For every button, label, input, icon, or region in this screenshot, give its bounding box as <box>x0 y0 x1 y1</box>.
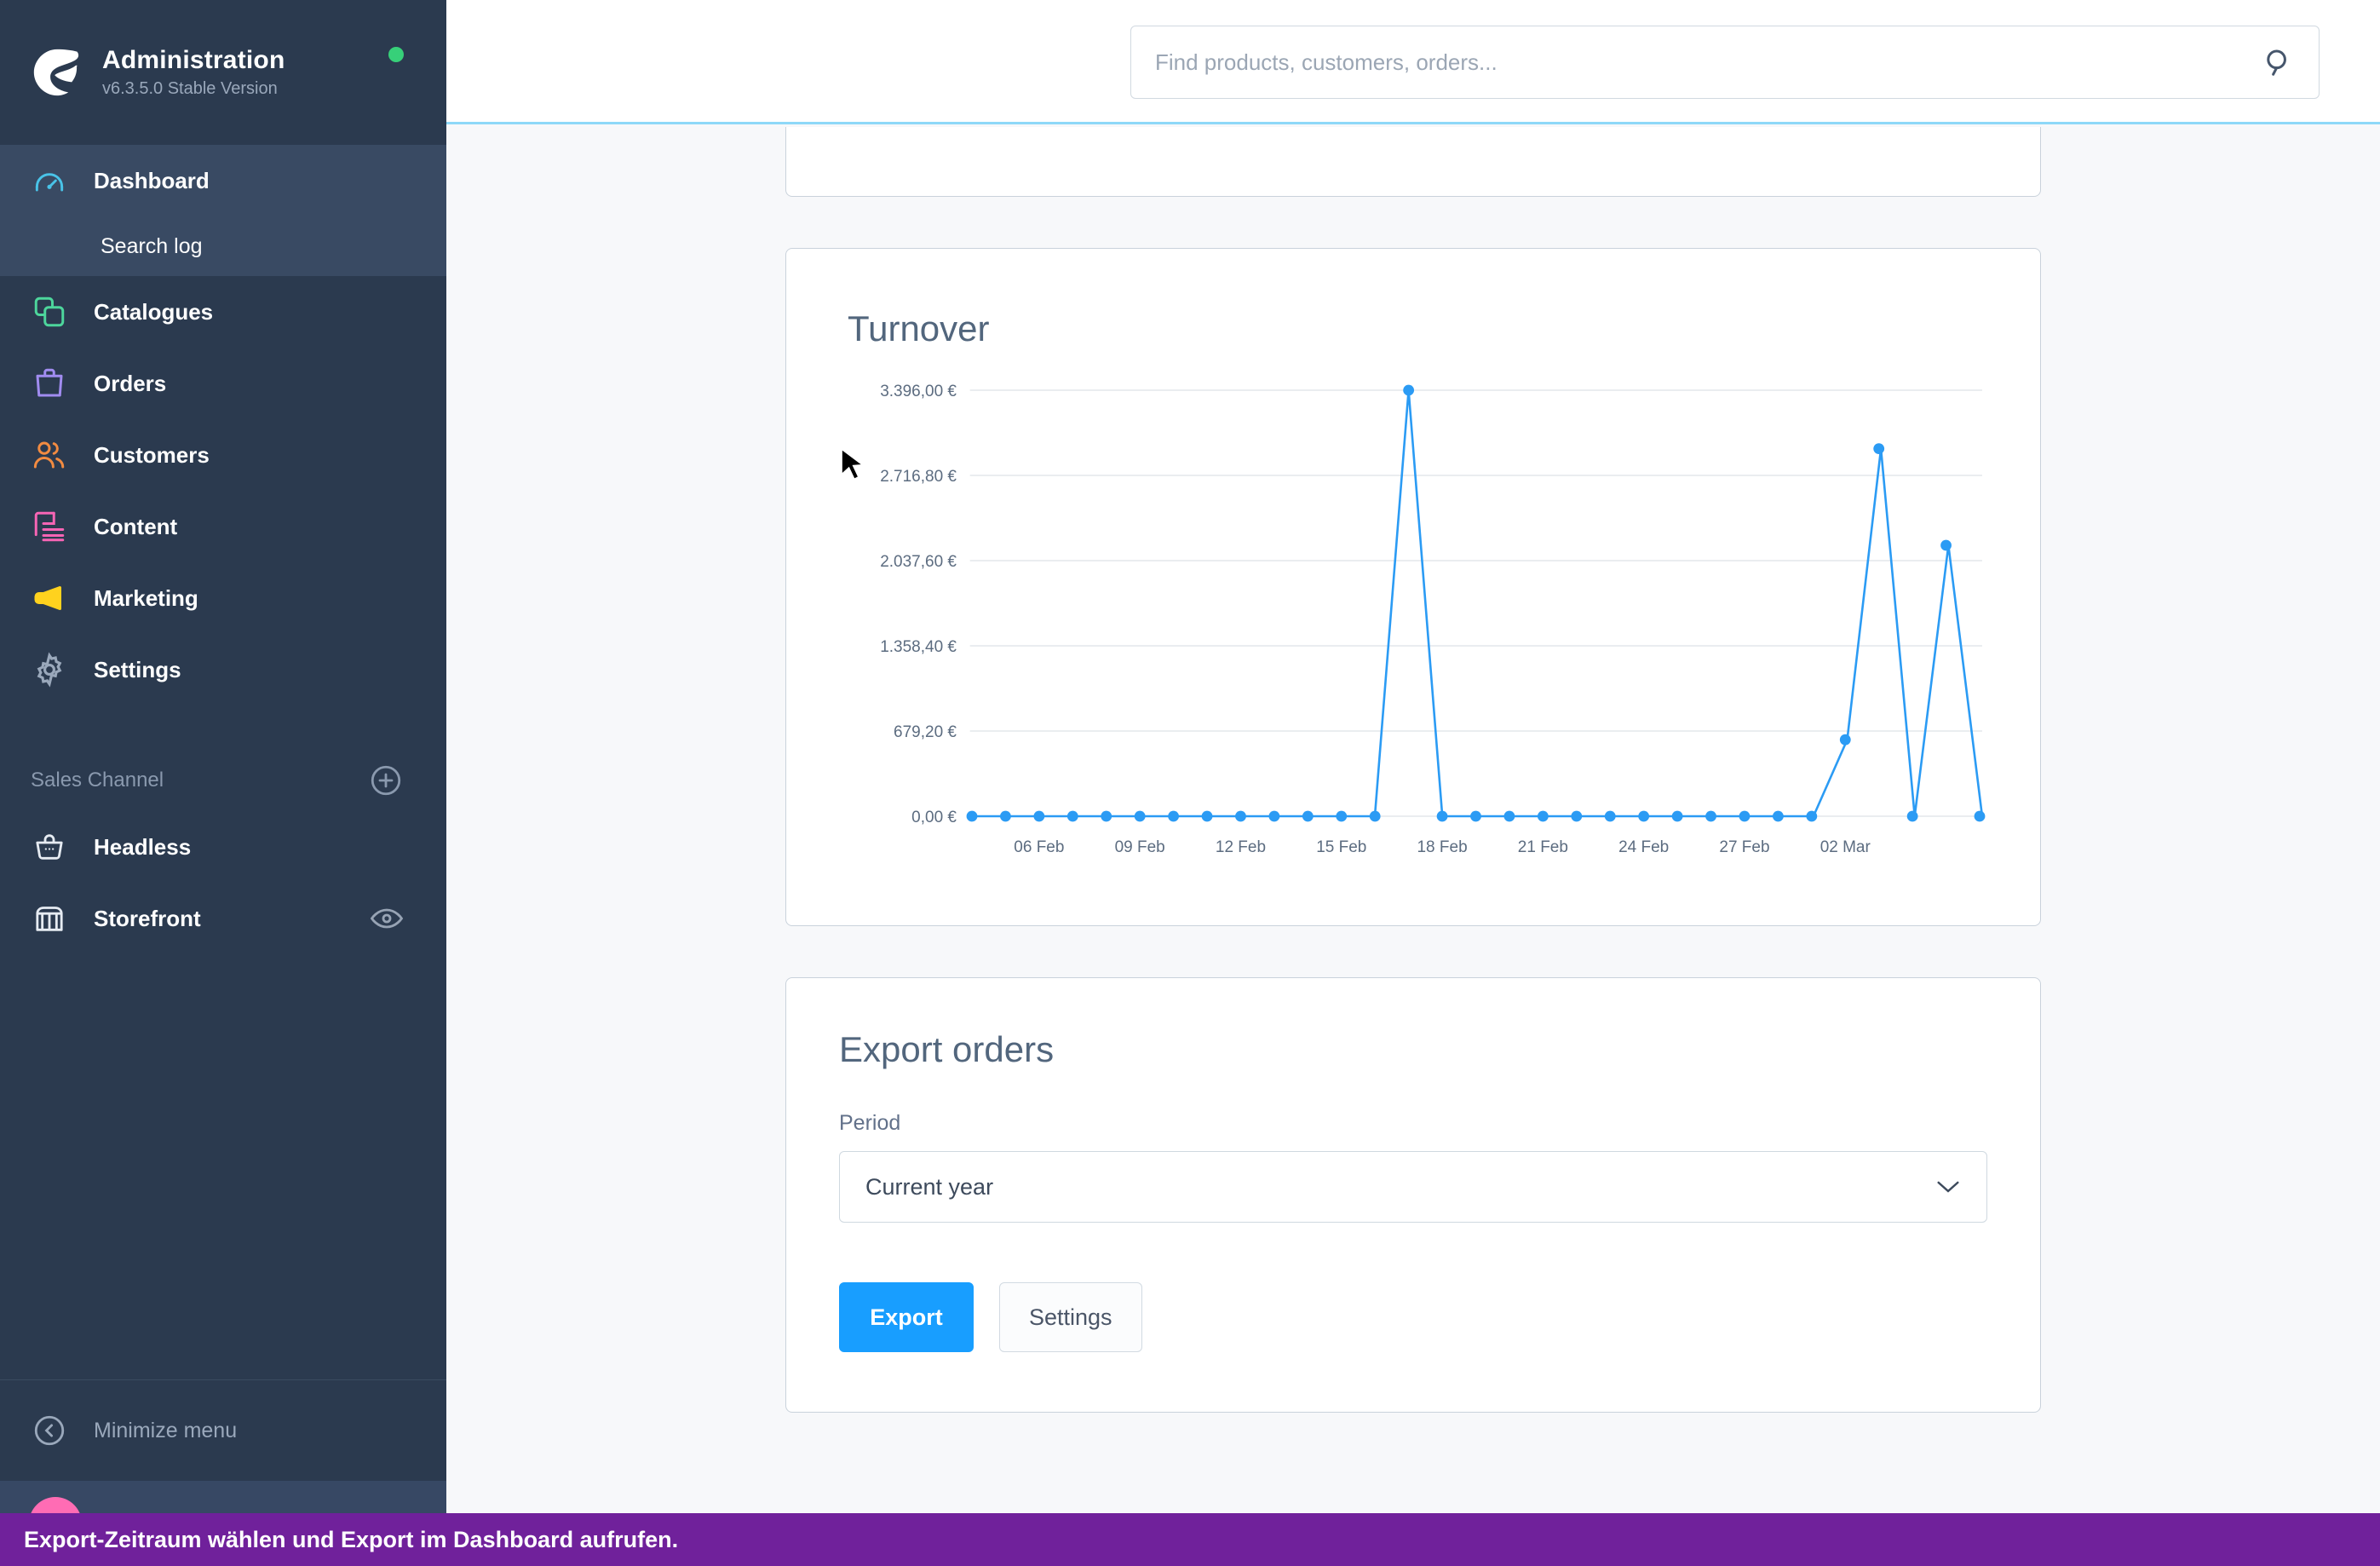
sidebar-item-orders[interactable]: Orders <box>0 348 446 419</box>
sidebar-item-headless[interactable]: Headless <box>0 811 446 883</box>
content-document-icon <box>29 506 70 547</box>
search-input[interactable] <box>1155 49 2262 76</box>
svg-text:3.396,00 €: 3.396,00 € <box>880 383 957 400</box>
chevron-left-circle-icon <box>29 1410 70 1451</box>
sidebar-item-label: Settings <box>94 656 181 682</box>
svg-text:02 Mar: 02 Mar <box>1820 838 1871 856</box>
chart-labels: 0,00 € 679,20 € 1.358,40 € 2.037,60 € 2.716,… <box>880 383 1986 856</box>
store-icon <box>29 898 70 939</box>
dashboard-stat-card <box>785 127 2041 197</box>
global-search[interactable] <box>1130 26 2320 99</box>
svg-text:12 Feb: 12 Feb <box>1216 838 1266 856</box>
sidebar-item-marketing[interactable]: Marketing <box>0 562 446 634</box>
period-select-value: Current year <box>865 1173 994 1200</box>
app-root: Administration v6.3.5.0 Stable Version D… <box>0 0 2380 1566</box>
sidebar-item-storefront[interactable]: Storefront <box>0 883 446 954</box>
orders-bag-icon <box>29 363 70 404</box>
chevron-down-icon[interactable] <box>1935 1178 1961 1195</box>
minimize-menu-button[interactable]: Minimize menu <box>0 1380 446 1481</box>
sidebar-item-label: Content <box>94 513 178 539</box>
svg-text:2.716,80 €: 2.716,80 € <box>880 468 957 486</box>
sidebar-item-content[interactable]: Content <box>0 491 446 562</box>
nav-group-dashboard: Dashboard Search log <box>0 145 446 276</box>
svg-text:679,20 €: 679,20 € <box>894 723 957 741</box>
dashboard-gauge-icon <box>29 160 70 201</box>
svg-text:09 Feb: 09 Feb <box>1115 838 1165 856</box>
status-banner: Export-Zeitraum wählen und Export im Das… <box>0 1513 2380 1566</box>
marketing-megaphone-icon <box>29 578 70 619</box>
sidebar-item-label: Headless <box>94 833 192 860</box>
shopware-logo-icon <box>33 49 79 96</box>
svg-text:24 Feb: 24 Feb <box>1618 838 1669 856</box>
sidebar-item-dashboard[interactable]: Dashboard <box>0 145 446 216</box>
sidebar-header: Administration v6.3.5.0 Stable Version <box>0 0 446 145</box>
svg-text:21 Feb: 21 Feb <box>1518 838 1568 856</box>
sidebar-subitem-label: Search log <box>101 233 203 258</box>
sales-channel-section-header: Sales Channel <box>0 750 446 811</box>
catalogues-layers-icon <box>29 291 70 332</box>
svg-text:06 Feb: 06 Feb <box>1014 838 1064 856</box>
app-title: Administration <box>102 45 285 74</box>
sidebar-item-customers[interactable]: Customers <box>0 419 446 491</box>
eye-icon[interactable] <box>370 906 404 931</box>
svg-text:1.358,40 €: 1.358,40 € <box>880 638 957 656</box>
export-orders-title: Export orders <box>839 1029 1055 1069</box>
banner-text: Export-Zeitraum wählen und Export im Das… <box>24 1526 679 1552</box>
top-bar <box>446 0 2380 124</box>
customers-people-icon <box>29 435 70 475</box>
sidebar-item-settings[interactable]: Settings <box>0 634 446 705</box>
status-indicator-dot <box>388 47 404 62</box>
minimize-menu-label: Minimize menu <box>94 1418 238 1442</box>
sidebar-item-label: Orders <box>94 370 167 396</box>
turnover-card: Turnover 0,00 € 679,20 € 1.358,40 € 2.037,6… <box>785 248 2041 926</box>
dashboard-content: Turnover 0,00 € 679,20 € 1.358,40 € 2.037,6… <box>446 127 2380 1566</box>
sidebar-item-label: Customers <box>94 441 210 468</box>
chart-title: Turnover <box>848 308 990 348</box>
sidebar-item-label: Catalogues <box>94 298 214 325</box>
sidebar-nav: Dashboard Search log Catalogues Orders C… <box>0 145 446 1379</box>
sidebar-item-label: Dashboard <box>94 167 210 193</box>
period-label: Period <box>839 1111 901 1135</box>
svg-text:15 Feb: 15 Feb <box>1316 838 1366 856</box>
sidebar-item-label: Storefront <box>94 905 201 931</box>
export-actions: Export Settings <box>839 1282 1987 1352</box>
period-select[interactable]: Current year <box>839 1151 1987 1223</box>
export-orders-card: Export orders Period Current year Export… <box>785 977 2041 1413</box>
sidebar-item-search-log[interactable]: Search log <box>0 216 446 276</box>
search-icon[interactable] <box>2262 46 2295 78</box>
app-version: v6.3.5.0 Stable Version <box>102 79 278 99</box>
turnover-chart: 0,00 € 679,20 € 1.358,40 € 2.037,60 € 2.716,… <box>837 371 1989 883</box>
sidebar-item-label: Marketing <box>94 584 198 611</box>
export-button[interactable]: Export <box>839 1282 974 1352</box>
svg-text:2.037,60 €: 2.037,60 € <box>880 553 957 571</box>
svg-text:18 Feb: 18 Feb <box>1417 838 1467 856</box>
plus-circle-icon[interactable] <box>368 763 404 798</box>
settings-button[interactable]: Settings <box>999 1282 1142 1352</box>
sidebar: Administration v6.3.5.0 Stable Version D… <box>0 0 446 1566</box>
basket-icon <box>29 826 70 867</box>
sales-channel-label: Sales Channel <box>31 769 164 792</box>
svg-text:0,00 €: 0,00 € <box>911 809 957 826</box>
svg-text:27 Feb: 27 Feb <box>1719 838 1769 856</box>
main-area: Turnover 0,00 € 679,20 € 1.358,40 € 2.037,6… <box>446 0 2380 1566</box>
settings-gear-icon <box>29 649 70 690</box>
sidebar-item-catalogues[interactable]: Catalogues <box>0 276 446 348</box>
